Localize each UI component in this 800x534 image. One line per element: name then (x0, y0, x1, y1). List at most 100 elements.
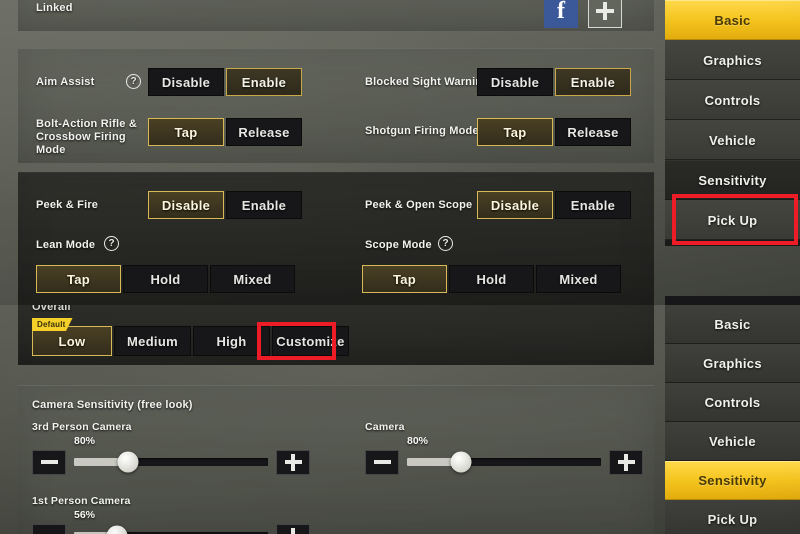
sidebar2-item-pick-up[interactable]: Pick Up (665, 500, 800, 534)
lean-mode-tap-button[interactable]: Tap (36, 265, 121, 293)
first-person-camera-slider-row: 56% (32, 509, 318, 534)
shotgun-firing-mode-release-button[interactable]: Release (555, 118, 631, 146)
camera-knob[interactable] (450, 451, 472, 473)
overall-customize-button[interactable]: Customize (272, 326, 349, 356)
scope-mode-tap-button[interactable]: Tap (362, 265, 447, 293)
peek-and-open-scope-enable-button[interactable]: Enable (555, 191, 631, 219)
overall-high-button[interactable]: High (193, 326, 270, 356)
blocked-sight-warning-disable-button[interactable]: Disable (477, 68, 553, 96)
blocked-sight-warning-options: Disable Enable (477, 68, 631, 96)
third-person-camera-minus-button[interactable] (32, 449, 66, 475)
sidebar-item-vehicle[interactable]: Vehicle (665, 120, 800, 160)
camera-plus-button[interactable] (609, 449, 643, 475)
bolt-action-rifle-release-button[interactable]: Release (226, 118, 302, 146)
bolt-action-rifle-firing-mode-label: Bolt-Action Rifle & Crossbow Firing Mode (36, 118, 137, 156)
shotgun-firing-mode-options: Tap Release (477, 118, 631, 146)
scope-mode-help-icon[interactable]: ? (438, 236, 453, 251)
sidebar-gap (665, 240, 800, 246)
sidebar-item-graphics-label: Graphics (703, 52, 762, 68)
sidebar-item-vehicle-label: Vehicle (709, 132, 756, 148)
shotgun-firing-mode-label: Shotgun Firing Mode (365, 125, 479, 137)
sidebar2-item-controls-label: Controls (704, 395, 761, 410)
sidebar2-item-sensitivity[interactable]: Sensitivity (665, 461, 800, 500)
camera-slider-row: 80% (365, 435, 651, 476)
plus-icon[interactable] (588, 0, 622, 28)
sidebar2-item-graphics-label: Graphics (703, 356, 762, 371)
aim-assist-disable-button[interactable]: Disable (148, 68, 224, 96)
lean-mode-hold-button[interactable]: Hold (123, 265, 208, 293)
plus-icon-vertical-bar (624, 453, 628, 471)
third-person-camera-plus-button[interactable] (276, 449, 310, 475)
sidebar2-item-vehicle-label: Vehicle (709, 434, 756, 449)
peek-and-fire-options: Disable Enable (148, 191, 302, 219)
third-person-camera-value: 80% (74, 435, 96, 447)
third-person-camera-slider-row: 80% (32, 435, 318, 476)
sidebar2-item-graphics[interactable]: Graphics (665, 344, 800, 383)
peek-and-open-scope-disable-button[interactable]: Disable (477, 191, 553, 219)
sidebar-item-controls[interactable]: Controls (665, 80, 800, 120)
first-person-camera-value: 56% (74, 509, 96, 521)
facebook-icon[interactable]: f (544, 0, 578, 28)
third-person-camera-label: 3rd Person Camera (32, 421, 132, 433)
sidebar2-item-vehicle[interactable]: Vehicle (665, 422, 800, 461)
sidebar2-item-sensitivity-label: Sensitivity (698, 473, 767, 488)
sidebar-item-pick-up[interactable]: Pick Up (665, 200, 800, 240)
peek-and-open-scope-options: Disable Enable (477, 191, 631, 219)
lean-mode-help-icon[interactable]: ? (104, 236, 119, 251)
scope-mode-label: Scope Mode (365, 239, 432, 251)
sidebar-item-controls-label: Controls (704, 92, 761, 108)
sidebar2-item-pick-up-label: Pick Up (707, 512, 758, 527)
sidebar2-item-basic-label: Basic (714, 317, 751, 332)
blocked-sight-warning-enable-button[interactable]: Enable (555, 68, 631, 96)
peek-and-open-scope-label: Peek & Open Scope (365, 199, 473, 211)
camera-label: Camera (365, 421, 405, 433)
plus-icon-vertical-bar (603, 2, 607, 20)
peek-and-fire-label: Peek & Fire (36, 199, 99, 211)
first-person-camera-slider[interactable]: 56% (74, 509, 268, 534)
aim-assist-help-icon[interactable]: ? (126, 74, 141, 89)
overall-medium-button[interactable]: Medium (114, 326, 191, 356)
upper-sidebar: Basic Graphics Controls Vehicle Sensitiv… (665, 0, 800, 246)
scope-mode-hold-button[interactable]: Hold (449, 265, 534, 293)
camera-value: 80% (407, 435, 429, 447)
aim-assist-enable-button[interactable]: Enable (226, 68, 302, 96)
third-person-camera-slider[interactable]: 80% (74, 435, 268, 476)
plus-icon-vertical-bar (291, 527, 295, 534)
aim-assist-options: Disable Enable (148, 68, 302, 96)
peek-and-fire-disable-button[interactable]: Disable (148, 191, 224, 219)
third-person-camera-knob[interactable] (117, 451, 139, 473)
camera-track[interactable] (407, 451, 601, 473)
settings-screen: Linked f Aim Assist ? Disable Enable Blo… (0, 0, 800, 534)
camera-minus-button[interactable] (365, 449, 399, 475)
sidebar2-item-basic[interactable]: Basic (665, 305, 800, 344)
sidebar-item-pick-up-label: Pick Up (707, 212, 758, 228)
basic-settings-screen: Linked f Aim Assist ? Disable Enable Blo… (0, 0, 800, 305)
sidebar-item-sensitivity[interactable]: Sensitivity (665, 160, 800, 200)
first-person-camera-label: 1st Person Camera (32, 495, 131, 507)
peek-and-fire-enable-button[interactable]: Enable (226, 191, 302, 219)
lower-sidebar: Basic Graphics Controls Vehicle Sensitiv… (665, 305, 800, 534)
camera-sensitivity-title: Camera Sensitivity (free look) (32, 399, 193, 411)
minus-icon (373, 460, 391, 464)
lean-mode-options: Tap Hold Mixed (36, 265, 295, 293)
sidebar-item-sensitivity-label: Sensitivity (698, 172, 767, 188)
scope-mode-mixed-button[interactable]: Mixed (536, 265, 621, 293)
lean-mode-mixed-button[interactable]: Mixed (210, 265, 295, 293)
first-person-camera-knob[interactable] (106, 525, 128, 534)
sidebar-item-graphics[interactable]: Graphics (665, 40, 800, 80)
third-person-camera-track[interactable] (74, 451, 268, 473)
sidebar-item-basic[interactable]: Basic (665, 0, 800, 40)
default-badge: Default (32, 318, 73, 331)
sidebar2-item-controls[interactable]: Controls (665, 383, 800, 422)
scope-mode-options: Tap Hold Mixed (362, 265, 621, 293)
first-person-camera-minus-button[interactable] (32, 523, 66, 534)
shotgun-firing-mode-tap-button[interactable]: Tap (477, 118, 553, 146)
bolt-action-rifle-tap-button[interactable]: Tap (148, 118, 224, 146)
minus-icon (40, 460, 58, 464)
lean-mode-label: Lean Mode (36, 239, 96, 251)
sidebar-item-basic-label: Basic (714, 12, 751, 28)
first-person-camera-plus-button[interactable] (276, 523, 310, 534)
linked-label: Linked (36, 2, 73, 14)
camera-slider[interactable]: 80% (407, 435, 601, 476)
blocked-sight-warning-label: Blocked Sight Warning (365, 76, 490, 88)
